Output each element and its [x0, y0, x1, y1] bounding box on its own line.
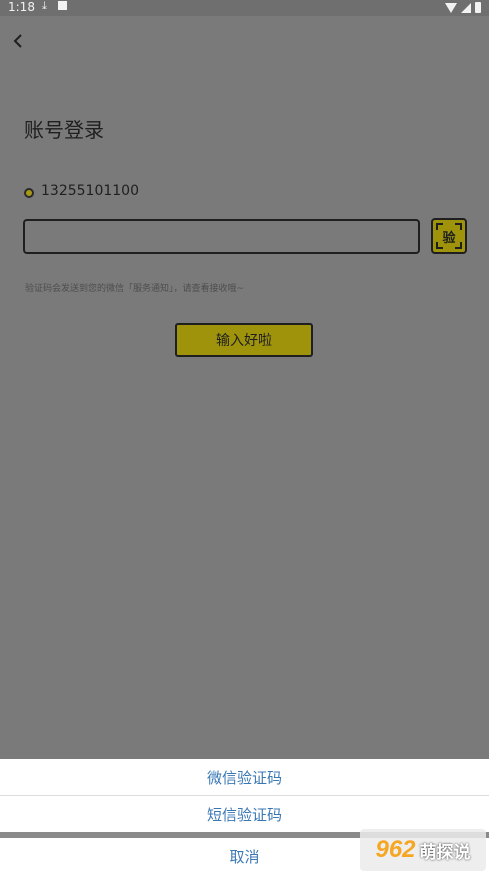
wechat-code-option[interactable]: 微信验证码 [0, 759, 489, 796]
sms-code-option[interactable]: 短信验证码 [0, 796, 489, 832]
verification-code-input[interactable] [23, 219, 420, 254]
watermark-text: 萌探说 [419, 842, 471, 863]
app-notification-icon [58, 1, 67, 10]
watermark-number: 962 [375, 836, 416, 863]
system-icons [445, 2, 481, 13]
status-time: 1:18 [8, 0, 35, 14]
signal-icon [461, 2, 471, 13]
download-icon: ⤓ [42, 0, 47, 12]
scan-code-button[interactable]: 验 [431, 218, 467, 254]
phone-number: 13255101100 [41, 183, 139, 199]
wifi-icon [445, 2, 457, 13]
hint-text: 验证码会发送到您的微信「服务通知」，请查看接收哦~ [25, 284, 245, 294]
back-button[interactable] [12, 33, 26, 48]
status-bar: 1:18 ⤓ [0, 0, 489, 16]
page-title: 账号登录 [24, 118, 104, 142]
battery-icon [475, 2, 481, 13]
phone-bullet-icon [24, 188, 34, 198]
scan-frame-icon [436, 223, 462, 249]
watermark-logo: 962 萌探说 [360, 829, 486, 871]
submit-button[interactable]: 输入好啦 [175, 323, 313, 357]
chevron-left-icon [13, 34, 22, 48]
